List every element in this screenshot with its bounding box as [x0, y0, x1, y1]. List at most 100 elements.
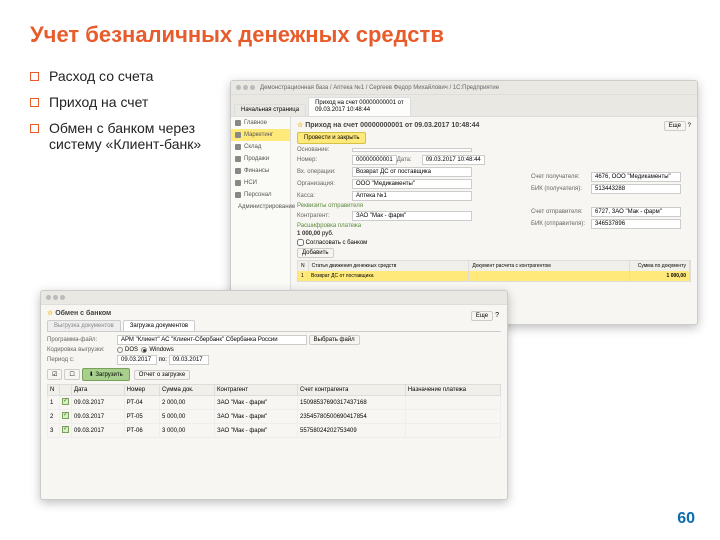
cell-sum: 3 000,00 — [159, 424, 214, 438]
sidebar-item-warehouse[interactable]: Склад — [231, 141, 290, 153]
tabs: Начальная страница Приход на счет 000000… — [231, 95, 697, 117]
table-row[interactable]: 109.03.2017РТ-042 000,00ЗАО "Мак - фарм"… — [48, 396, 501, 410]
cell-purpose — [405, 424, 500, 438]
max-icon[interactable] — [250, 85, 255, 90]
titlebar-text: Демонстрационная база / Аптека №1 / Серг… — [260, 85, 692, 91]
table-row[interactable]: 309.03.2017РТ-063 000,00ЗАО "Мак - фарм"… — [48, 424, 501, 438]
help-icon[interactable]: ? — [688, 123, 691, 129]
cell-sum: 1 000,00 — [630, 271, 690, 281]
sidebar-item-finance[interactable]: Финансы — [231, 165, 290, 177]
send-acc-input[interactable]: 6727, ЗАО "Мак - фарм" — [591, 207, 681, 217]
tabs: Выгрузка документов Загрузка документов — [47, 320, 501, 332]
min-icon[interactable] — [53, 295, 58, 300]
window-income: Демонстрационная база / Аптека №1 / Серг… — [230, 80, 698, 325]
check-icon[interactable] — [62, 398, 69, 405]
titlebar — [41, 291, 507, 305]
warehouse-icon — [235, 144, 241, 150]
date-input[interactable]: 09.03.2017 10:48:44 — [422, 155, 485, 165]
grid-row[interactable]: 1 Возврат ДС от поставщика 1 000,00 — [298, 271, 690, 281]
sidebar-item-marketing[interactable]: Маркетинг — [231, 129, 290, 141]
contragent-input[interactable]: ЗАО "Мак - фарм" — [352, 211, 472, 221]
window-bank-exchange: Еще ? ☆ Обмен с банком Выгрузка документ… — [40, 290, 508, 500]
sidebar-item-personnel[interactable]: Персонал — [231, 189, 290, 201]
bullet-icon — [30, 72, 39, 81]
cell-purpose — [405, 410, 500, 424]
col-sum: Сумма док. — [159, 385, 214, 396]
org-input[interactable]: ООО "Медикаменты" — [352, 179, 472, 189]
program-input[interactable]: АРМ "Клиент" АС "Клиент-Сбербанк" Сберба… — [117, 335, 307, 345]
sidebar-item-main[interactable]: Главное — [231, 117, 290, 129]
cell-date: 09.03.2017 — [72, 424, 125, 438]
more-button[interactable]: Еще — [664, 121, 686, 131]
cell-contragent: ЗАО "Мак - фарм" — [215, 396, 298, 410]
more-button[interactable]: Еще — [471, 311, 493, 321]
period-to-input[interactable]: 09.03.2017 — [169, 355, 209, 365]
cell-date: 09.03.2017 — [72, 410, 125, 424]
tab-import[interactable]: Загрузка документов — [123, 320, 195, 331]
recv-acc-input[interactable]: 4676, ООО "Медикаменты" — [591, 172, 681, 182]
cell-date: 09.03.2017 — [72, 396, 125, 410]
report-button[interactable]: Отчет о загрузке — [134, 370, 190, 380]
reason-input[interactable] — [352, 148, 472, 152]
tab-document[interactable]: Приход на счет 00000000001 от09.03.2017 … — [308, 97, 411, 116]
cell-doc — [469, 271, 630, 281]
sales-icon — [235, 156, 241, 162]
load-button[interactable]: ⬇ Загрузить — [82, 368, 130, 381]
operation-input[interactable]: Возврат ДС от поставщика — [352, 167, 472, 177]
cash-input[interactable]: Аптека №1 — [352, 191, 472, 201]
col-date: Дата — [72, 385, 125, 396]
col-doc: Документ расчета с контрагентом — [469, 261, 630, 271]
help-icon[interactable]: ? — [495, 312, 499, 319]
sidebar-item-nsi[interactable]: НСИ — [231, 177, 290, 189]
radio-windows[interactable] — [141, 347, 147, 353]
check-icon[interactable] — [62, 412, 69, 419]
max-icon[interactable] — [60, 295, 65, 300]
bullet-text: Приход на счет — [49, 94, 148, 110]
uncheck-all-button[interactable]: ☐ — [64, 369, 79, 380]
cell-sum: 2 000,00 — [159, 396, 214, 410]
star-icon[interactable]: ☆ — [297, 122, 303, 129]
cell-check[interactable] — [60, 396, 72, 410]
col-article: Статья движения денежных средств — [309, 261, 470, 271]
bank-table: N Дата Номер Сумма док. Контрагент Счет … — [47, 384, 501, 438]
cell-account: 15098537690317437168 — [297, 396, 405, 410]
cell-contragent: ЗАО "Мак - фарм" — [215, 410, 298, 424]
send-bik-input[interactable]: 346537896 — [591, 219, 681, 229]
cell-n: 2 — [48, 410, 60, 424]
cell-check[interactable] — [60, 410, 72, 424]
close-icon[interactable] — [236, 85, 241, 90]
min-icon[interactable] — [243, 85, 248, 90]
bank-agree-checkbox[interactable] — [297, 239, 304, 246]
post-close-button[interactable]: Провести и закрыть — [297, 132, 366, 144]
radio-dos[interactable] — [117, 347, 123, 353]
col-sum: Сумма по документу — [630, 261, 690, 271]
cell-account: 55758024202753409 — [297, 424, 405, 438]
titlebar: Демонстрационная база / Аптека №1 / Серг… — [231, 81, 697, 95]
cell-num: РТ-06 — [124, 424, 159, 438]
check-icon[interactable] — [62, 426, 69, 433]
reason-label: Основание: — [297, 147, 352, 153]
contragent-label: Контрагент: — [297, 213, 352, 219]
table-row[interactable]: 209.03.2017РТ-055 000,00ЗАО "Мак - фарм"… — [48, 410, 501, 424]
period-from-input[interactable]: 09.03.2017 — [117, 355, 157, 365]
tab-home[interactable]: Начальная страница — [234, 104, 306, 116]
doc-title: ☆ Приход на счет 00000000001 от 09.03.20… — [297, 121, 691, 129]
close-icon[interactable] — [46, 295, 51, 300]
star-icon[interactable]: ☆ — [47, 310, 53, 317]
number-input[interactable]: 00000000001 — [352, 155, 397, 165]
cell-n: 1 — [48, 396, 60, 410]
cell-check[interactable] — [60, 424, 72, 438]
bullet-icon — [30, 124, 39, 133]
col-contragent: Контрагент — [215, 385, 298, 396]
sum-currency: руб. — [322, 231, 333, 237]
sidebar-item-admin[interactable]: Администрирование — [231, 201, 290, 213]
date-label: Дата: — [397, 157, 422, 163]
tab-export[interactable]: Выгрузка документов — [47, 320, 121, 331]
recv-bik-input[interactable]: 513443288 — [591, 184, 681, 194]
check-all-button[interactable]: ☑ — [47, 369, 62, 380]
add-button[interactable]: Добавить — [297, 248, 334, 258]
sidebar-item-sales[interactable]: Продажи — [231, 153, 290, 165]
choose-file-button[interactable]: Выбрать файл — [309, 335, 360, 345]
finance-icon — [235, 168, 241, 174]
period-label: Период с: — [47, 357, 117, 363]
